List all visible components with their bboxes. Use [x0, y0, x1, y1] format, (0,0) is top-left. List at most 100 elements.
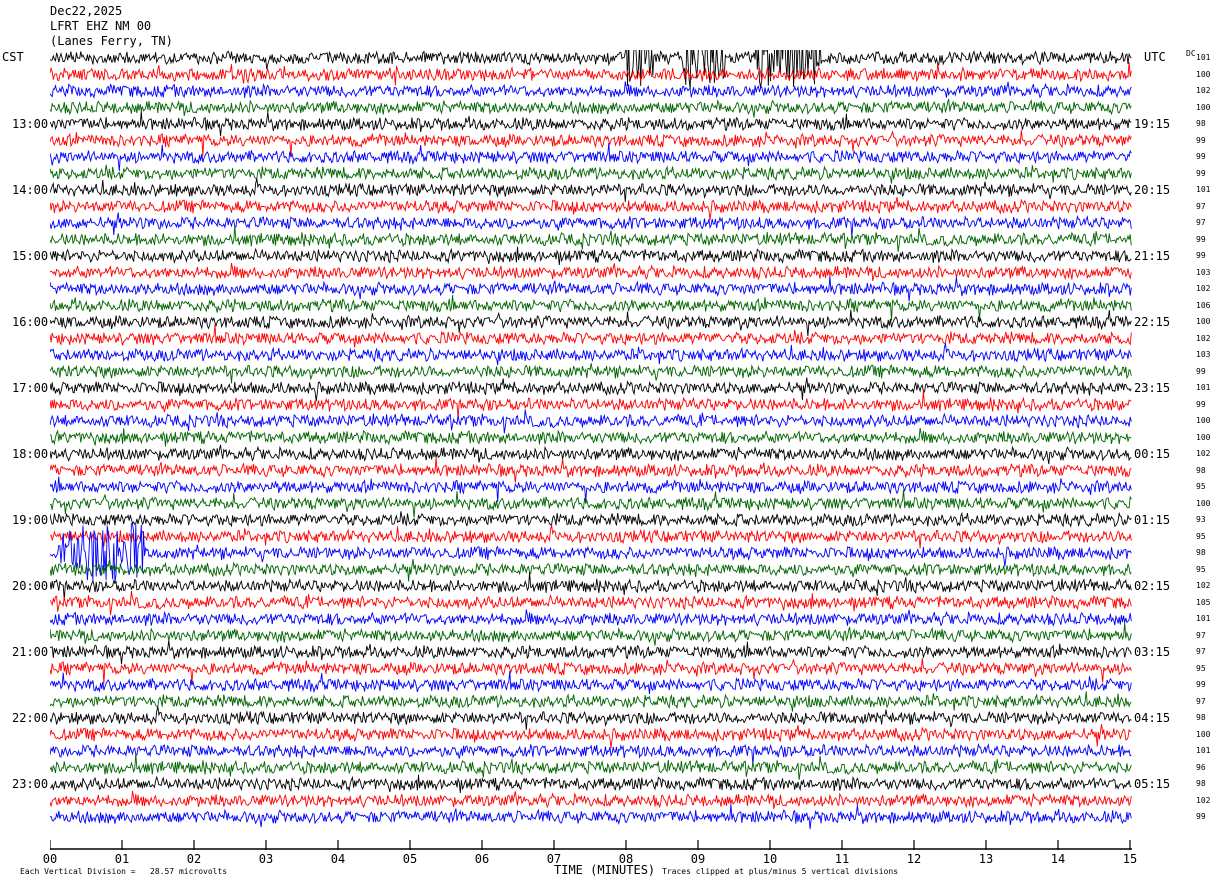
seismic-trace — [50, 524, 1132, 549]
seismic-trace — [50, 212, 1132, 238]
utc-hour-label: 01:15 — [1134, 513, 1171, 527]
dc-offset-label: 97 — [1196, 630, 1206, 640]
seismic-trace — [50, 742, 1132, 766]
cst-hour-label: 22:00 — [12, 711, 49, 725]
dc-offset-label: 103 — [1196, 350, 1210, 359]
utc-hour-label: 23:15 — [1134, 381, 1171, 395]
seismic-trace — [50, 50, 1132, 89]
cst-hour-label: 16:00 — [12, 315, 49, 329]
dc-axis-title: DC — [1186, 49, 1196, 58]
dc-offset-label: 99 — [1196, 234, 1206, 244]
dc-offset-label: 99 — [1196, 812, 1206, 821]
dc-offset-label: 100 — [1196, 69, 1210, 79]
dc-offset-label: 97 — [1196, 696, 1206, 706]
utc-hour-label: 03:15 — [1134, 645, 1171, 659]
dc-offset-label: 97 — [1196, 218, 1206, 227]
dc-offset-label: 98 — [1196, 779, 1206, 788]
seismic-trace — [50, 197, 1132, 220]
seismic-trace — [50, 295, 1132, 321]
x-tick-label: 02 — [186, 852, 202, 866]
x-tick-label: 10 — [762, 852, 778, 866]
dc-offset-label: 98 — [1196, 548, 1206, 557]
seismic-trace — [50, 572, 1132, 601]
seismic-trace — [50, 790, 1132, 809]
seismic-trace — [50, 457, 1132, 483]
seismic-trace — [50, 225, 1132, 252]
dc-offset-label: 100 — [1196, 317, 1210, 326]
x-tick-label: 15 — [1122, 852, 1138, 866]
x-tick-label: 14 — [1050, 852, 1066, 866]
seismic-trace — [50, 262, 1132, 281]
seismic-trace — [50, 377, 1132, 402]
cst-hour-label: 15:00 — [12, 249, 49, 263]
dc-offset-label: 103 — [1196, 267, 1210, 277]
dc-offset-label: 102 — [1196, 581, 1210, 590]
seismic-trace — [50, 476, 1132, 503]
x-tick-label: 03 — [258, 852, 274, 866]
dc-offset-label: 106 — [1196, 300, 1210, 310]
cst-hour-label: 18:00 — [12, 447, 49, 461]
dc-offset-label: 97 — [1196, 647, 1206, 656]
seismic-trace — [50, 670, 1132, 695]
dc-offset-label: 99 — [1196, 399, 1206, 409]
seismic-trace — [50, 609, 1132, 627]
cst-hour-label: 17:00 — [12, 381, 49, 395]
dc-offset-label: 95 — [1196, 663, 1206, 673]
dc-offset-label: 102 — [1196, 449, 1210, 458]
seismic-trace — [50, 409, 1132, 434]
seismic-trace — [50, 81, 1132, 99]
x-tick-label: 09 — [690, 852, 706, 866]
seismic-trace — [50, 61, 1132, 86]
seismic-trace — [50, 111, 1132, 137]
dc-offset-label: 101 — [1196, 185, 1210, 194]
plot-station: LFRT EHZ NM 00 — [50, 19, 152, 33]
dc-offset-label: 100 — [1196, 416, 1210, 425]
seismic-trace — [50, 523, 1132, 582]
utc-hour-label: 04:15 — [1134, 711, 1171, 725]
plot-location: (Lanes Ferry, TN) — [50, 34, 173, 48]
x-tick-label: 01 — [114, 852, 130, 866]
dc-offset-label: 99 — [1196, 680, 1206, 689]
dc-offset-label: 99 — [1196, 152, 1206, 161]
x-tick-label: 12 — [906, 852, 922, 866]
dc-offset-label: 102 — [1196, 795, 1210, 805]
dc-offset-label: 99 — [1196, 135, 1206, 145]
seismic-trace — [50, 511, 1132, 528]
x-tick-label: 05 — [402, 852, 418, 866]
cst-hour-label: 21:00 — [12, 645, 49, 659]
dc-offset-label: 101 — [1196, 614, 1210, 623]
cst-hour-label: 23:00 — [12, 777, 49, 791]
seismic-trace — [50, 246, 1132, 266]
dc-offset-label: 102 — [1196, 86, 1210, 95]
dc-offset-label: 95 — [1196, 482, 1206, 491]
seismic-trace — [50, 640, 1132, 665]
seismic-trace — [50, 164, 1132, 184]
seismic-trace — [50, 390, 1132, 419]
left-axis-title: CST — [2, 50, 24, 64]
seismic-trace — [50, 706, 1132, 730]
dc-offset-label: 101 — [1196, 746, 1210, 755]
dc-offset-label: 105 — [1196, 597, 1210, 607]
seismic-trace — [50, 622, 1132, 646]
dc-offset-label: 102 — [1196, 333, 1210, 343]
dc-offset-label: 102 — [1196, 284, 1210, 293]
dc-offset-label: 99 — [1196, 366, 1206, 376]
seismic-trace — [50, 559, 1132, 582]
seismic-trace — [50, 142, 1132, 172]
utc-hour-label: 20:15 — [1134, 183, 1171, 197]
utc-hour-label: 02:15 — [1134, 579, 1171, 593]
dc-offset-label: 98 — [1196, 713, 1206, 722]
cst-hour-label: 14:00 — [12, 183, 49, 197]
utc-hour-label: 22:15 — [1134, 315, 1171, 329]
seismic-trace — [50, 98, 1132, 118]
cst-hour-label: 20:00 — [12, 579, 49, 593]
seismic-trace — [50, 324, 1132, 348]
cst-hour-label: 19:00 — [12, 513, 49, 527]
seismic-trace — [50, 427, 1132, 447]
clipping-note: Traces clipped at plus/minus 5 vertical … — [662, 867, 899, 876]
x-tick-label: 13 — [978, 852, 994, 866]
seismic-trace — [50, 804, 1132, 830]
vertical-division-note: Each Vertical Division = 28.57 microvolt… — [20, 867, 228, 876]
seismic-trace — [50, 444, 1132, 465]
cst-hour-label: 13:00 — [12, 117, 49, 131]
